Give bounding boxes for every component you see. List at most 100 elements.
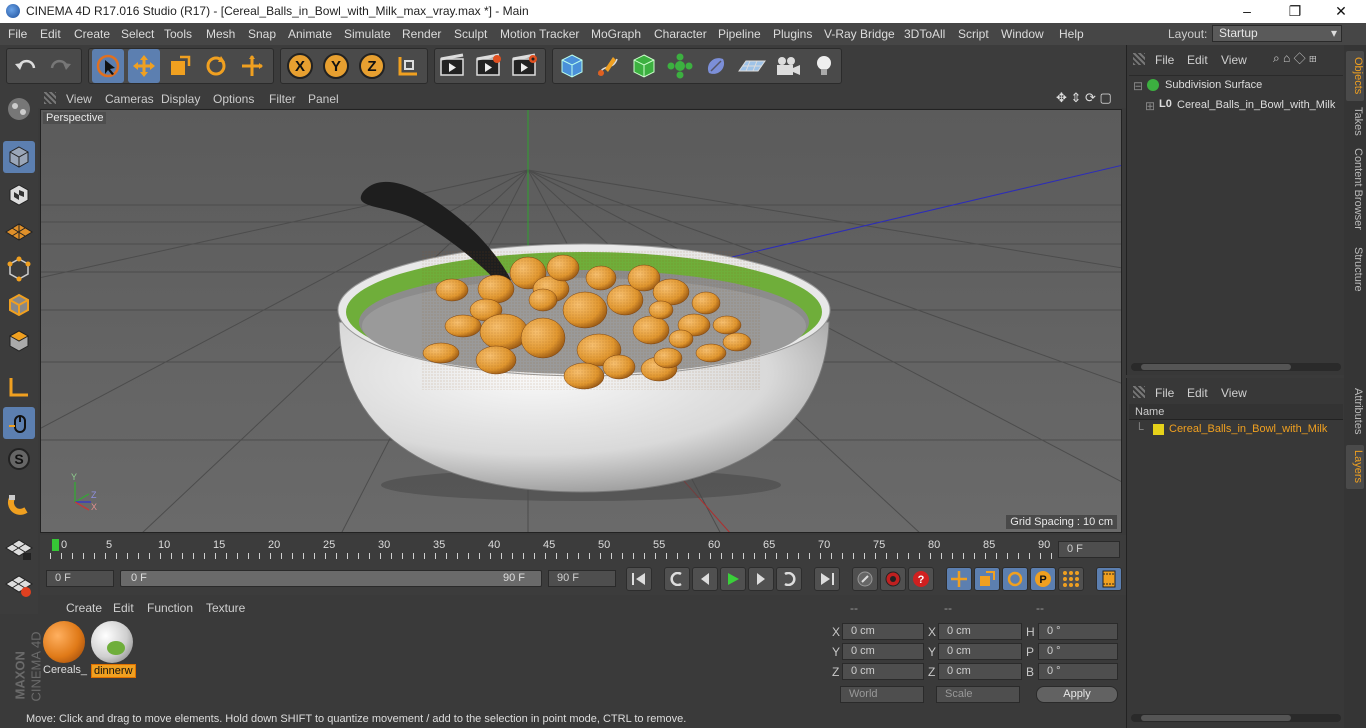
viewport-camera-label[interactable]: Perspective: [43, 112, 107, 124]
coordinate-mode-select[interactable]: Scale: [936, 686, 1020, 703]
viewport-menu-options[interactable]: Options: [213, 92, 254, 106]
viewport-menu-filter[interactable]: Filter: [269, 92, 296, 106]
menu-pipeline[interactable]: Pipeline: [718, 27, 761, 41]
menu-render[interactable]: Render: [402, 27, 441, 41]
rotation-b-field[interactable]: 0 °: [1038, 663, 1118, 680]
layers-menu-view[interactable]: View: [1221, 386, 1247, 400]
key-rotation-icon[interactable]: [1002, 567, 1028, 591]
frame-range-slider[interactable]: 0 F 90 F: [120, 570, 542, 587]
viewport-menu-display[interactable]: Display: [161, 92, 200, 106]
menu-character[interactable]: Character: [654, 27, 707, 41]
texture-mode-icon[interactable]: [3, 179, 35, 211]
layer-row[interactable]: └ Cereal_Balls_in_Bowl_with_Milk: [1131, 422, 1343, 438]
move-tool-icon[interactable]: [128, 49, 160, 83]
layers-menu-edit[interactable]: Edit: [1187, 386, 1208, 400]
close-button[interactable]: ✕: [1318, 0, 1364, 23]
polygons-mode-icon[interactable]: [3, 325, 35, 357]
live-selection-icon[interactable]: [92, 49, 124, 83]
timeline-window-icon[interactable]: [1096, 567, 1122, 591]
key-pla-icon[interactable]: [1058, 567, 1084, 591]
menu-snap[interactable]: Snap: [248, 27, 276, 41]
keyframe-selection-icon[interactable]: ?: [908, 567, 934, 591]
go-to-start-icon[interactable]: [626, 567, 652, 591]
subdivision-surface-icon[interactable]: [628, 49, 660, 83]
y-axis-lock-button[interactable]: Y: [320, 49, 352, 83]
material-menu-texture[interactable]: Texture: [206, 601, 245, 615]
workplane-lock-icon[interactable]: [3, 533, 35, 565]
tab-attributes[interactable]: Attributes: [1346, 381, 1364, 441]
menu-sculpt[interactable]: Sculpt: [454, 27, 487, 41]
menu-plugins[interactable]: Plugins: [773, 27, 812, 41]
menu-vray-bridge[interactable]: V-Ray Bridge: [824, 27, 895, 41]
layout-select[interactable]: Startup: [1212, 25, 1342, 42]
layers-horizontal-scrollbar[interactable]: [1131, 714, 1341, 722]
cube-object-icon[interactable]: [556, 49, 588, 83]
key-position-icon[interactable]: [946, 567, 972, 591]
objects-menu-view[interactable]: View: [1221, 53, 1247, 67]
size-x-field[interactable]: 0 cm: [938, 623, 1022, 640]
objects-horizontal-scrollbar[interactable]: [1131, 363, 1341, 371]
material-swatch-dinnerware[interactable]: dinnerw: [90, 619, 136, 678]
play-forward-icon[interactable]: [720, 567, 746, 591]
tree-item-subdivision-surface[interactable]: ⊟ Subdivision Surface: [1131, 77, 1343, 95]
menu-3dtoall[interactable]: 3DToAll: [904, 27, 945, 41]
points-mode-icon[interactable]: [3, 253, 35, 285]
start-frame-field[interactable]: 0 F: [46, 570, 114, 587]
previous-key-icon[interactable]: [664, 567, 690, 591]
menu-mesh[interactable]: Mesh: [206, 27, 235, 41]
recent-tool-icon[interactable]: [236, 49, 268, 83]
objects-menu-edit[interactable]: Edit: [1187, 53, 1208, 67]
objects-menu-file[interactable]: File: [1155, 53, 1174, 67]
minimize-button[interactable]: –: [1224, 0, 1270, 23]
make-editable-icon[interactable]: [3, 93, 35, 125]
material-menu-function[interactable]: Function: [147, 601, 193, 615]
menu-window[interactable]: Window: [1001, 27, 1044, 41]
tab-objects[interactable]: Objects: [1346, 51, 1364, 101]
render-settings-icon[interactable]: [509, 49, 541, 83]
camera-icon[interactable]: [772, 49, 804, 83]
tweak-mode-icon[interactable]: [3, 407, 35, 439]
key-parameter-icon[interactable]: P: [1030, 567, 1056, 591]
next-key-icon[interactable]: [776, 567, 802, 591]
position-y-field[interactable]: 0 cm: [842, 643, 924, 660]
render-picture-viewer-icon[interactable]: [473, 49, 505, 83]
maximize-button[interactable]: ❐: [1272, 0, 1318, 23]
menu-select[interactable]: Select: [121, 27, 154, 41]
end-frame-field[interactable]: 90 F: [548, 570, 616, 587]
current-frame-field[interactable]: 0 F: [1058, 541, 1120, 558]
viewport-menu-view[interactable]: View: [66, 92, 92, 106]
menu-script[interactable]: Script: [958, 27, 989, 41]
solo-mode-icon[interactable]: [3, 569, 35, 601]
rotation-h-field[interactable]: 0 °: [1038, 623, 1118, 640]
rotate-tool-icon[interactable]: [200, 49, 232, 83]
key-scale-icon[interactable]: [974, 567, 1000, 591]
layer-color-swatch[interactable]: [1153, 424, 1164, 435]
menu-simulate[interactable]: Simulate: [344, 27, 391, 41]
menu-create[interactable]: Create: [74, 27, 110, 41]
layers-menu-file[interactable]: File: [1155, 386, 1174, 400]
material-swatch-cereals[interactable]: Cereals_: [42, 619, 87, 677]
position-z-field[interactable]: 0 cm: [842, 663, 924, 680]
autokeying-icon[interactable]: [880, 567, 906, 591]
x-axis-lock-button[interactable]: X: [284, 49, 316, 83]
3d-viewport[interactable]: Y Z X Perspective Grid Spacing : 10 cm: [40, 109, 1122, 533]
menu-file[interactable]: File: [8, 27, 27, 41]
tree-item-cereal-bowl[interactable]: ⊞ L0 Cereal_Balls_in_Bowl_with_Milk: [1131, 97, 1343, 115]
coordinate-system-icon[interactable]: [392, 49, 424, 83]
deformer-icon[interactable]: [700, 49, 732, 83]
menu-mograph[interactable]: MoGraph: [591, 27, 641, 41]
redo-icon[interactable]: [45, 49, 77, 83]
viewport-menu-panel[interactable]: Panel: [308, 92, 339, 106]
coordinate-space-select[interactable]: World: [840, 686, 924, 703]
tab-layers[interactable]: Layers: [1346, 445, 1364, 489]
position-x-field[interactable]: 0 cm: [842, 623, 924, 640]
tab-takes[interactable]: Takes: [1346, 103, 1364, 139]
tab-structure[interactable]: Structure: [1346, 241, 1364, 297]
previous-frame-icon[interactable]: [692, 567, 718, 591]
rotation-p-field[interactable]: 0 °: [1038, 643, 1118, 660]
light-icon[interactable]: [808, 49, 840, 83]
menu-tools[interactable]: Tools: [164, 27, 192, 41]
enable-axis-icon[interactable]: [3, 371, 35, 403]
workplane-mode-icon[interactable]: [3, 215, 35, 247]
menu-help[interactable]: Help: [1059, 27, 1084, 41]
